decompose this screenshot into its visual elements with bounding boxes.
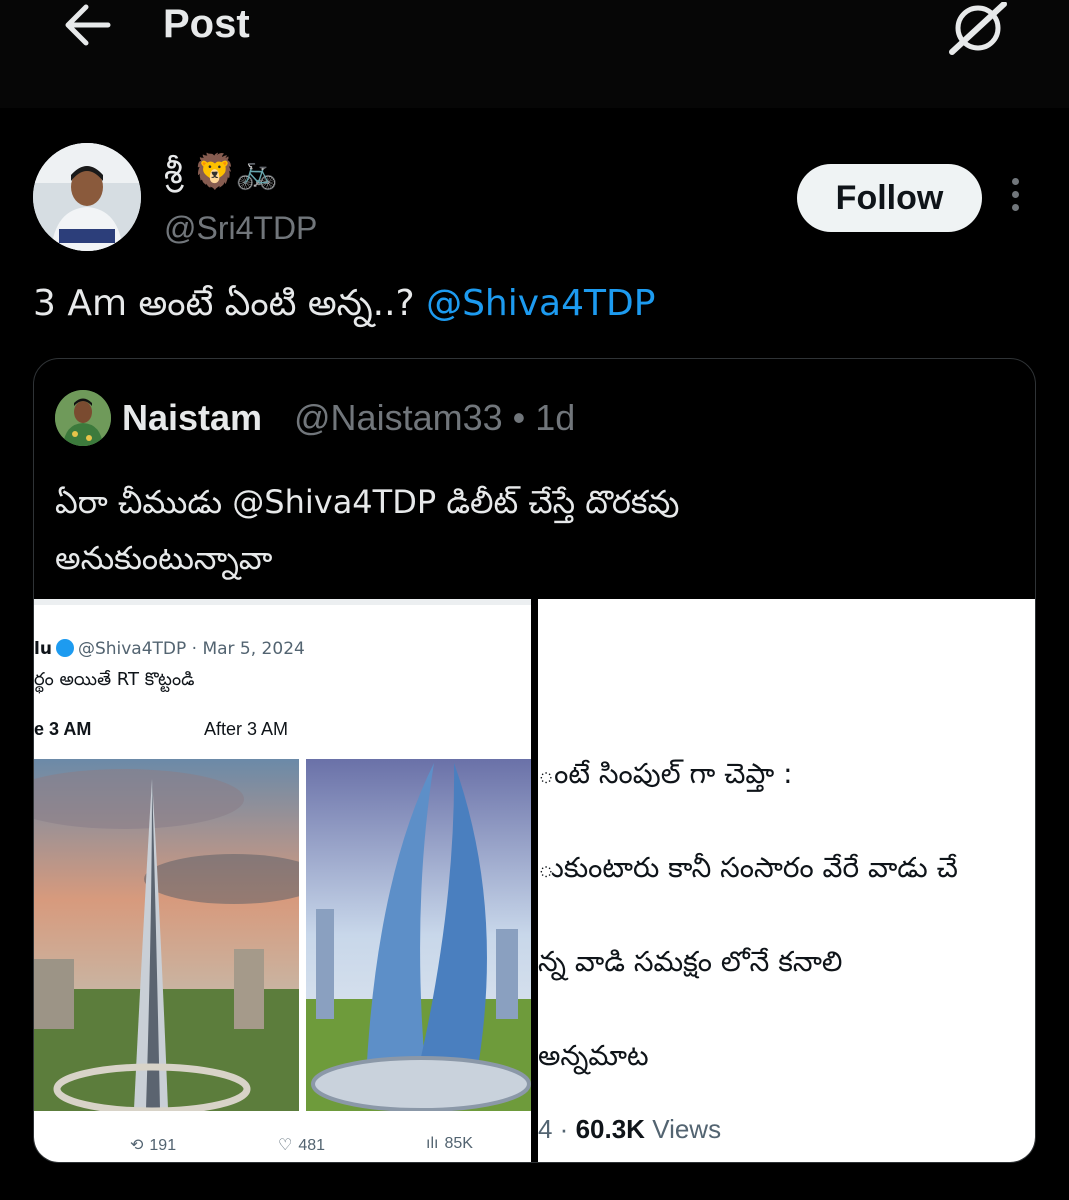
inner-tweet-text: ర్థం అయితే RT కొట్టండి bbox=[34, 669, 195, 690]
views-count: ılı 85K bbox=[426, 1135, 473, 1152]
back-arrow-icon[interactable] bbox=[58, 0, 118, 52]
media-image-right[interactable]: ంటే సింపుల్ గా చెప్తా : ుకుంటారు కానీ సం… bbox=[538, 599, 1035, 1162]
more-options-icon[interactable] bbox=[1003, 178, 1027, 218]
before-tower-image bbox=[34, 759, 299, 1111]
retweet-count: ⟲ 191 bbox=[130, 1137, 177, 1154]
image-text-line: న్న వాడి సమక్షం లోనే కనాలి bbox=[538, 945, 843, 978]
cut-top-strip bbox=[34, 599, 531, 605]
image-text-line: అన్నమాట bbox=[538, 1039, 649, 1072]
image-text-line: ుకుంటారు కానీ సంసారం వేరే వాడు చే bbox=[538, 851, 958, 884]
avatar[interactable] bbox=[33, 143, 141, 251]
media-image-left[interactable]: lu @Shiva4TDP · Mar 5, 2024 ర్థం అయితే RT… bbox=[34, 599, 531, 1162]
quote-avatar-image bbox=[55, 390, 111, 446]
before-label: e 3 AM bbox=[34, 719, 92, 739]
analytics-icon: ılı bbox=[426, 1135, 439, 1152]
mention-link[interactable]: @Shiva4TDP bbox=[426, 283, 655, 324]
after-tower-image bbox=[306, 759, 531, 1111]
heart-icon: ♡ bbox=[278, 1137, 293, 1154]
quote-author-name[interactable]: Naistam bbox=[122, 397, 262, 439]
like-count: ♡ 481 bbox=[278, 1137, 326, 1154]
quote-text: ఏరా చీముడు @Shiva4TDP డిలీట్ చేస్తే దొరక… bbox=[55, 474, 1015, 586]
after-label: After 3 AM bbox=[204, 719, 289, 739]
verified-icon bbox=[55, 639, 74, 657]
avatar-image bbox=[33, 143, 141, 251]
image-views-line: 4 · 60.3K Views bbox=[538, 1114, 722, 1144]
quote-text-line: ఏరా చీముడు @Shiva4TDP డిలీట్ చేస్తే దొరక… bbox=[55, 483, 680, 521]
grok-icon[interactable] bbox=[946, 2, 1010, 56]
tweet-text: 3 Am అంటే ఏంటి అన్న..? @Shiva4TDP bbox=[33, 283, 655, 333]
quote-text-line: అనుకుంటున్నావా bbox=[55, 539, 273, 577]
author-display-name[interactable]: శ్రీ 🦁🚲 bbox=[164, 152, 278, 200]
quote-author-meta: @Naistam33 • 1d bbox=[294, 397, 576, 438]
follow-button[interactable]: Follow bbox=[797, 164, 982, 232]
quote-avatar[interactable] bbox=[55, 390, 111, 446]
inner-tweet-meta: lu @Shiva4TDP · Mar 5, 2024 bbox=[34, 639, 305, 659]
top-bar: Post bbox=[0, 0, 1069, 108]
quoted-tweet-card[interactable]: Naistam @Naistam33 • 1d ఏరా చీముడు @Shiv… bbox=[33, 358, 1036, 1163]
page-title: Post bbox=[163, 2, 250, 46]
retweet-icon: ⟲ bbox=[130, 1137, 144, 1154]
tweet-body: 3 Am అంటే ఏంటి అన్న..? bbox=[33, 283, 427, 324]
author-handle[interactable]: @Sri4TDP bbox=[164, 210, 317, 247]
quote-media: lu @Shiva4TDP · Mar 5, 2024 ర్థం అయితే RT… bbox=[34, 599, 1035, 1162]
image-text-line: ంటే సింపుల్ గా చెప్తా : bbox=[538, 757, 793, 790]
